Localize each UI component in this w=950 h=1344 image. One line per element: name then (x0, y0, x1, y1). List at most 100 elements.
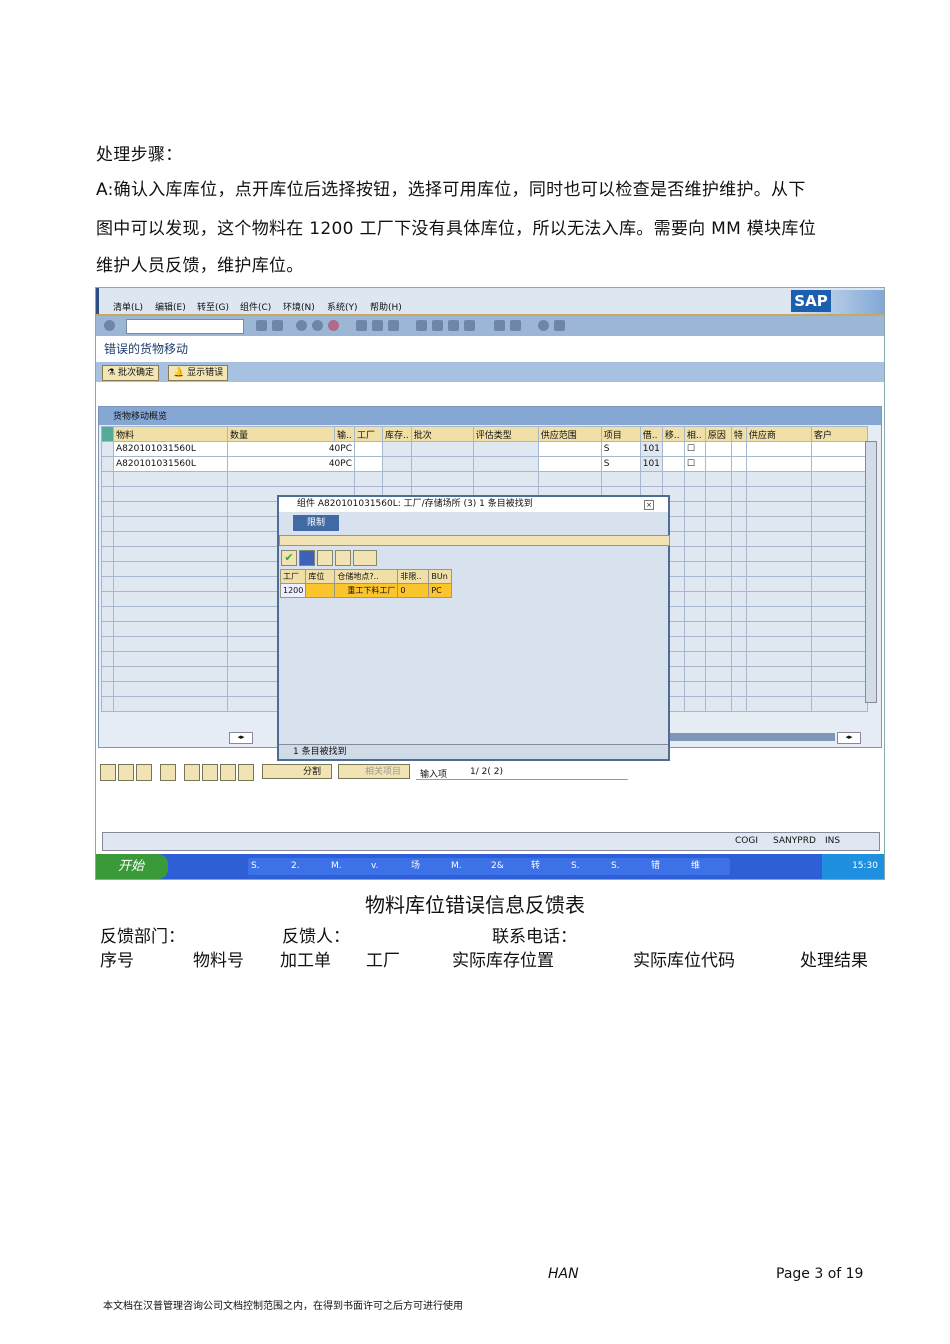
find-next-icon[interactable] (335, 550, 351, 566)
menu-item[interactable]: 环境(N) (283, 300, 315, 313)
menu-item[interactable]: 清单(L) (113, 300, 143, 313)
find-icon[interactable] (184, 764, 200, 781)
column-header[interactable]: 评估类型 (472, 426, 539, 442)
cell[interactable] (704, 621, 732, 637)
cell[interactable] (730, 471, 747, 487)
start-button[interactable]: 开始 (96, 854, 168, 879)
help-icon[interactable] (538, 320, 549, 331)
cell[interactable] (730, 501, 747, 517)
cell[interactable] (745, 696, 812, 712)
cell[interactable] (537, 471, 602, 487)
column-header[interactable]: 输.. (334, 426, 355, 442)
first-page-icon[interactable] (416, 320, 427, 331)
cell[interactable]: 101 (639, 456, 663, 472)
cell[interactable] (683, 576, 706, 592)
row-selector[interactable] (101, 651, 114, 667)
prev-page-icon[interactable] (432, 320, 443, 331)
cell[interactable] (113, 651, 228, 667)
cell[interactable] (704, 486, 732, 502)
cell[interactable] (730, 666, 747, 682)
cell[interactable] (810, 606, 868, 622)
cell[interactable] (683, 591, 706, 607)
cell[interactable] (745, 591, 812, 607)
cell[interactable] (472, 441, 539, 457)
cell[interactable] (745, 651, 812, 667)
quantity-cell[interactable]: 40PC (227, 441, 355, 457)
cell[interactable] (745, 441, 812, 457)
menu-item[interactable]: 帮助(H) (370, 300, 402, 313)
last-page-icon[interactable] (464, 320, 475, 331)
column-header[interactable]: 移.. (661, 426, 685, 442)
cell[interactable] (745, 471, 812, 487)
cell[interactable] (113, 621, 228, 637)
cell[interactable] (683, 546, 706, 562)
filter-icon[interactable] (220, 764, 236, 781)
cell[interactable] (683, 681, 706, 697)
cell[interactable] (472, 456, 539, 472)
cell[interactable] (683, 696, 706, 712)
cell[interactable] (745, 606, 812, 622)
delete-icon[interactable] (160, 764, 176, 781)
cell[interactable]: S (600, 456, 641, 472)
cell[interactable] (810, 546, 868, 562)
cell[interactable] (113, 591, 228, 607)
cell[interactable] (810, 576, 868, 592)
column-header[interactable]: 供应商 (745, 426, 812, 442)
cell[interactable] (683, 651, 706, 667)
taskbar-item[interactable]: 2& (488, 858, 530, 875)
column-header[interactable]: 数量 (227, 426, 335, 442)
new-session-icon[interactable] (494, 320, 505, 331)
cell[interactable] (113, 636, 228, 652)
cell[interactable] (810, 486, 868, 502)
column-header[interactable]: 物料 (113, 426, 228, 442)
cell[interactable] (537, 441, 602, 457)
tab-restriction[interactable]: 限制 (293, 515, 339, 531)
cell[interactable] (704, 456, 732, 472)
taskbar-item[interactable]: 错 (648, 858, 690, 875)
cell[interactable] (683, 606, 706, 622)
cell[interactable] (745, 666, 812, 682)
cell[interactable] (113, 486, 228, 502)
column-header[interactable]: 原因 (704, 426, 732, 442)
cell[interactable] (810, 666, 868, 682)
row-selector[interactable] (101, 501, 114, 517)
row-selector[interactable] (101, 531, 114, 547)
cell[interactable] (730, 531, 747, 547)
cell[interactable] (745, 516, 812, 532)
cell[interactable] (730, 606, 747, 622)
row-selector[interactable] (101, 606, 114, 622)
deselect-icon[interactable] (136, 764, 152, 781)
cell[interactable] (810, 441, 868, 457)
cell[interactable] (730, 651, 747, 667)
column-header[interactable]: 库存.. (382, 426, 412, 442)
cell[interactable] (810, 591, 868, 607)
scroll-left-right-buttons[interactable]: ◂▸ (229, 732, 253, 744)
cell[interactable] (113, 696, 228, 712)
cell[interactable] (730, 516, 747, 532)
row-selector[interactable] (101, 591, 114, 607)
row-selector[interactable] (101, 456, 114, 472)
cell[interactable] (730, 576, 747, 592)
check-icon[interactable]: ✔ (281, 550, 297, 566)
row-selector[interactable] (101, 486, 114, 502)
cell[interactable] (410, 441, 474, 457)
cell[interactable] (810, 681, 868, 697)
cell[interactable] (683, 516, 706, 532)
cell[interactable]: S (600, 441, 641, 457)
row-selector[interactable] (101, 681, 114, 697)
cell[interactable] (704, 561, 732, 577)
cell[interactable] (704, 636, 732, 652)
cell[interactable] (745, 681, 812, 697)
column-header[interactable]: 特 (730, 426, 747, 442)
cell[interactable] (113, 666, 228, 682)
table-row[interactable] (101, 471, 868, 487)
cell[interactable] (113, 516, 228, 532)
cell[interactable] (810, 651, 868, 667)
cell[interactable] (661, 456, 685, 472)
filter-set-icon[interactable] (238, 764, 254, 781)
cell[interactable] (730, 456, 747, 472)
cell[interactable] (354, 471, 383, 487)
horizontal-scrollbar[interactable] (669, 733, 835, 741)
column-header[interactable]: 工厂 (354, 426, 383, 442)
cell[interactable] (382, 456, 412, 472)
